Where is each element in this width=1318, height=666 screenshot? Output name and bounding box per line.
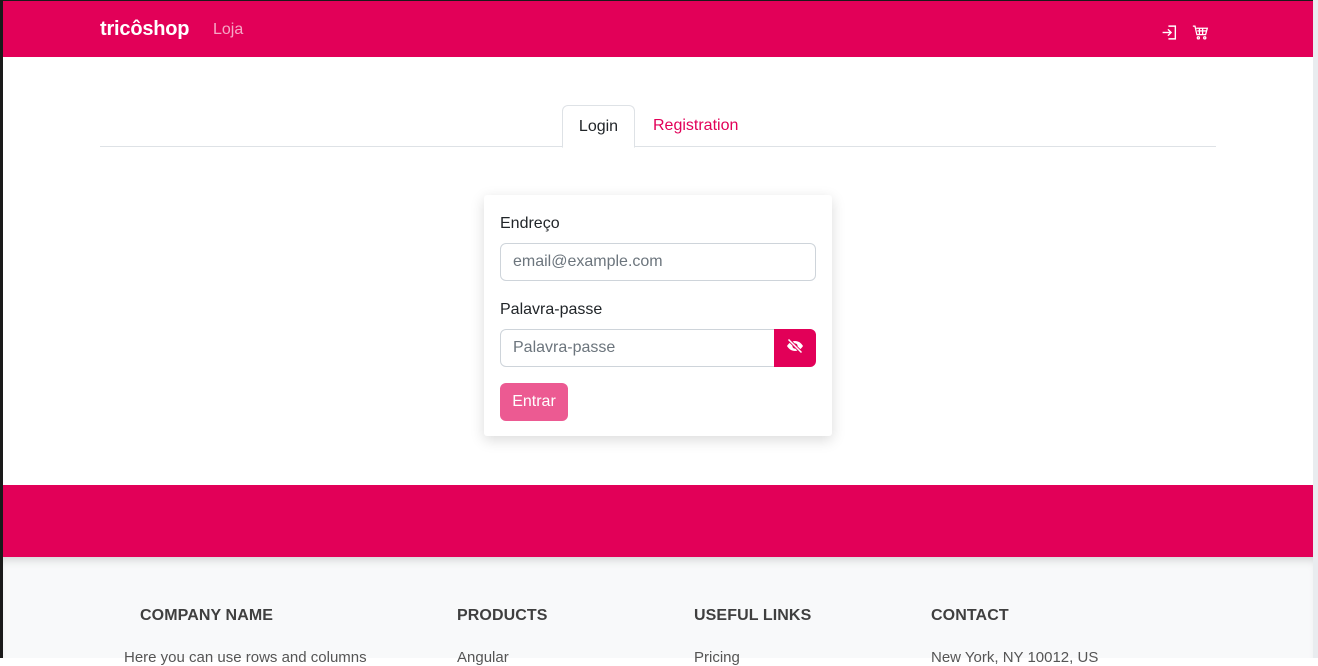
email-label: Endreço: [500, 215, 560, 232]
scrollbar-track[interactable]: [1313, 0, 1318, 658]
toggle-password-button[interactable]: [774, 329, 816, 367]
site-footer: Company name Here you can use rows and c…: [3, 557, 1313, 666]
top-navbar: tricôshop Loja: [3, 0, 1313, 57]
footer-title-contact: Contact: [931, 607, 1009, 624]
brand-logo[interactable]: tricôshop: [100, 18, 190, 41]
footer-title-links: Useful links: [694, 607, 812, 624]
email-input[interactable]: email@example.com: [500, 243, 816, 281]
footer-title-company: Company name: [140, 607, 274, 624]
password-input[interactable]: Palavra-passe: [500, 329, 776, 367]
cart-icon[interactable]: [1190, 22, 1210, 42]
nav-link-shop[interactable]: Loja: [213, 21, 243, 39]
tab-registration[interactable]: Registration: [637, 105, 754, 147]
tab-login[interactable]: Login: [562, 105, 635, 148]
footer-banner: [3, 485, 1313, 557]
auth-tabs: Login Registration: [100, 105, 1216, 148]
login-card: Endreço email@example.com Palavra-passe …: [484, 195, 832, 436]
password-label: Palavra-passe: [500, 301, 603, 318]
footer-title-products: Products: [457, 607, 548, 624]
eye-slash-icon: [786, 337, 804, 359]
submit-button[interactable]: Entrar: [500, 383, 568, 421]
login-icon[interactable]: [1159, 22, 1179, 42]
